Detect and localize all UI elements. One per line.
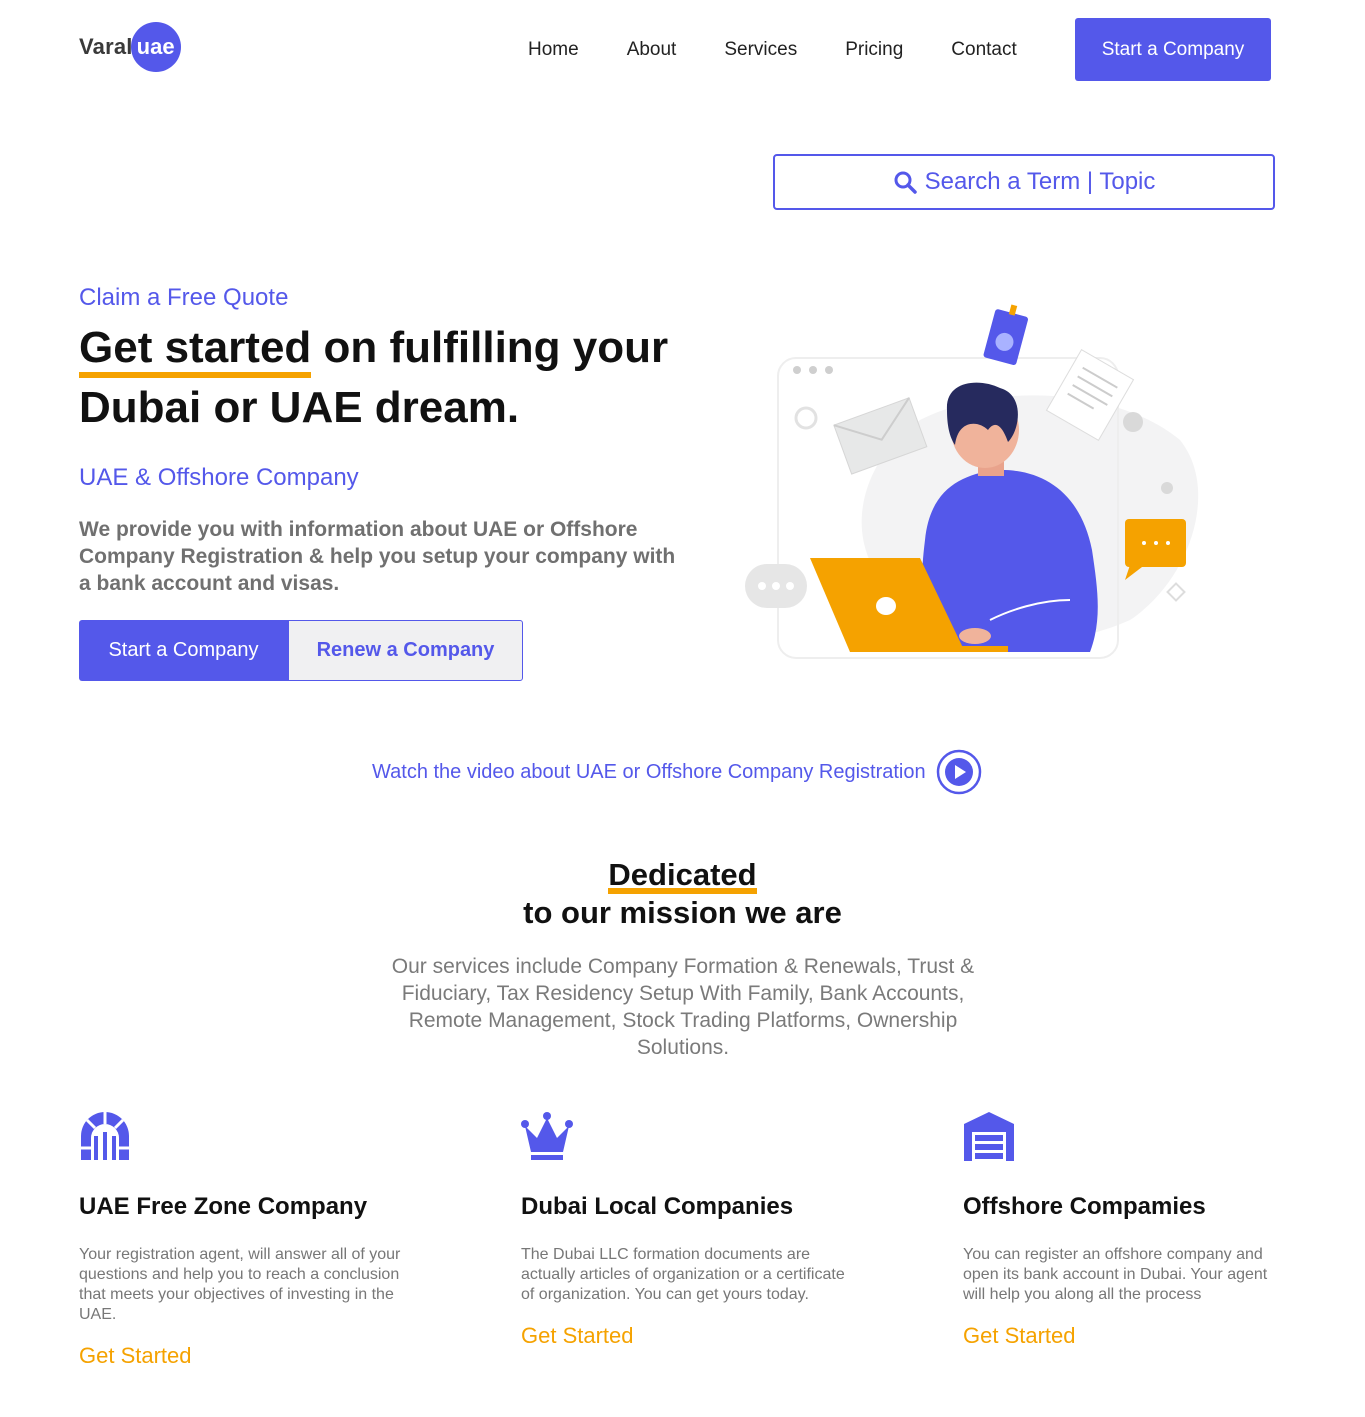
renew-company-button[interactable]: Renew a Company <box>288 620 523 681</box>
hero-subhead: UAE & Offshore Company <box>79 464 359 491</box>
nav-about[interactable]: About <box>603 39 701 61</box>
mission-highlight: Dedicated <box>608 857 757 894</box>
service-description: You can register an offshore company and… <box>963 1246 1268 1303</box>
nav-home[interactable]: Home <box>504 39 603 61</box>
start-company-button[interactable]: Start a Company <box>79 620 288 681</box>
mission-title: Dedicated to our mission we are <box>0 856 1365 932</box>
hero-title-highlight: Get started <box>79 318 312 378</box>
warehouse-icon <box>964 1112 1014 1161</box>
archway-icon <box>81 1112 129 1160</box>
hero-title-line1: on fulfilling your <box>311 323 669 372</box>
main-nav: Home About Services Pricing Contact <box>504 18 1041 81</box>
hero-title-line2: Dubai or UAE dream. <box>79 383 520 432</box>
service-title: Dubai Local Companies <box>521 1193 794 1220</box>
watch-video-link[interactable]: Watch the video about UAE or Offshore Co… <box>372 748 982 796</box>
search-button[interactable]: Search a Term | Topic <box>773 154 1275 210</box>
brand-badge: uae <box>130 22 181 72</box>
service-card-dubai-local: Dubai Local Companies The Dubai LLC form… <box>521 1110 851 1349</box>
hero-description: We provide you with information about UA… <box>79 518 676 595</box>
service-title: Offshore Compamies <box>963 1193 1206 1220</box>
service-title: UAE Free Zone Company <box>79 1193 368 1220</box>
nav-pricing[interactable]: Pricing <box>821 39 927 61</box>
search-icon <box>894 171 917 194</box>
brand-logo[interactable]: Varal uae <box>79 22 181 72</box>
brand-name: Varal <box>79 34 133 59</box>
mission-subtitle: to our mission we are <box>523 895 842 930</box>
get-started-link[interactable]: Get Started <box>521 1323 851 1349</box>
nav-contact[interactable]: Contact <box>927 39 1040 61</box>
hero-buttons: Start a Company Renew a Company <box>79 620 523 681</box>
get-started-link[interactable]: Get Started <box>963 1323 1293 1349</box>
mission-description: Our services include Company Formation &… <box>391 955 975 1059</box>
get-started-link[interactable]: Get Started <box>79 1343 409 1369</box>
service-description: The Dubai LLC formation documents are ac… <box>521 1246 845 1303</box>
nav-start-company-button[interactable]: Start a Company <box>1075 18 1271 81</box>
service-card-offshore: Offshore Compamies You can register an o… <box>963 1110 1293 1349</box>
service-description: Your registration agent, will answer all… <box>79 1246 401 1323</box>
nav-services[interactable]: Services <box>700 39 821 61</box>
claim-quote-link[interactable]: Claim a Free Quote <box>79 284 288 312</box>
hero-illustration <box>745 304 1199 659</box>
hero-title: Get started on fulfilling your Dubai or … <box>79 318 719 438</box>
service-card-free-zone: UAE Free Zone Company Your registration … <box>79 1110 409 1369</box>
play-icon <box>936 749 981 795</box>
search-label: Search a Term | Topic <box>924 168 1156 195</box>
watch-video-label: Watch the video about UAE or Offshore Co… <box>372 760 926 783</box>
crown-icon <box>521 1112 573 1160</box>
